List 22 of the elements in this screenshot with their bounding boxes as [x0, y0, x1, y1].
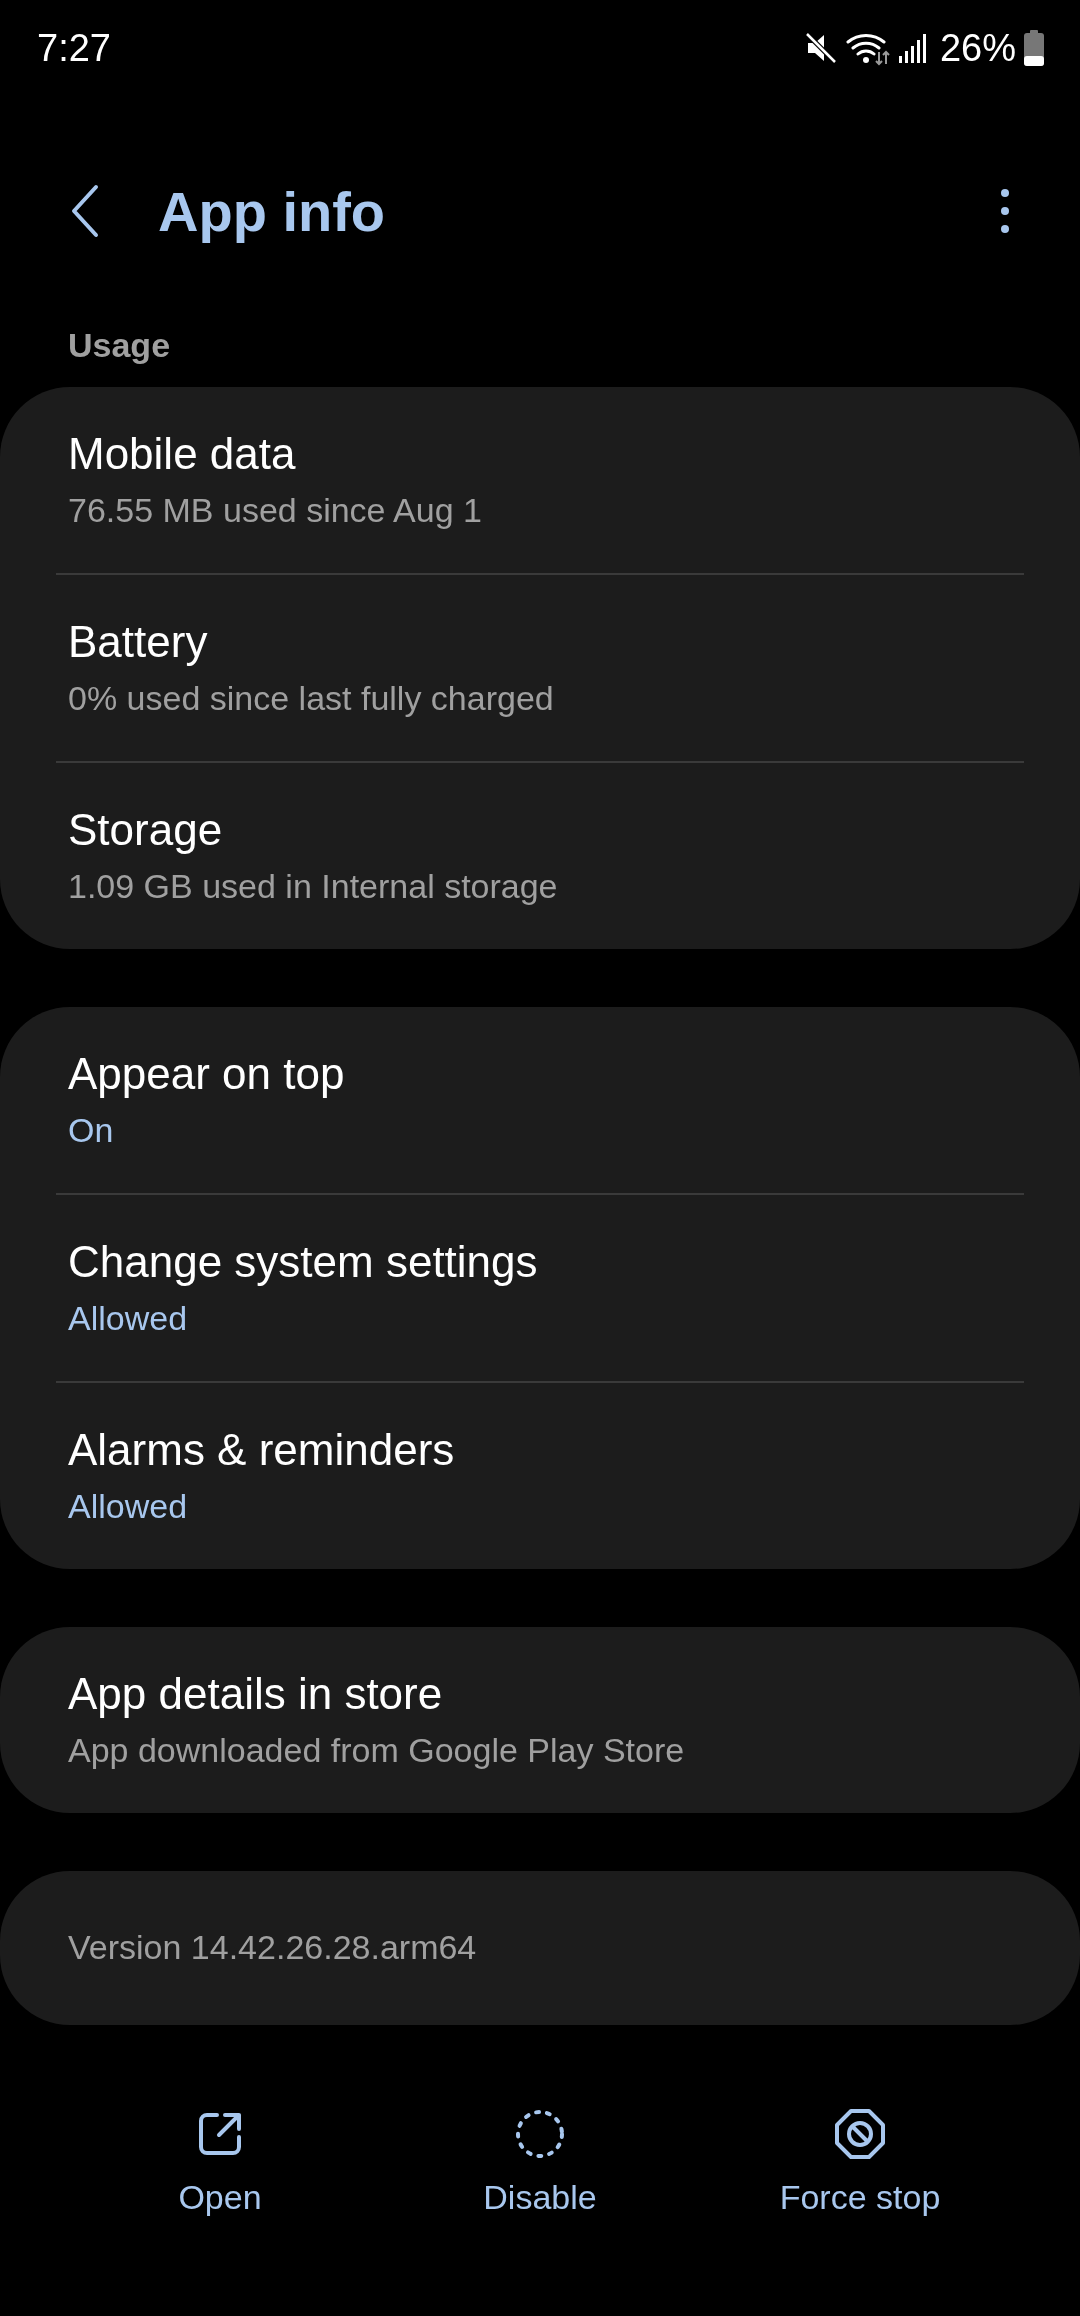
page-title: App info — [158, 178, 387, 244]
action-button[interactable]: Open — [70, 2106, 370, 2217]
mute-icon — [803, 31, 838, 65]
settings-row[interactable]: Change system settings Allowed — [0, 1195, 1080, 1381]
stop-icon — [834, 2108, 886, 2160]
settings-row[interactable]: Mobile data 76.55 MB used since Aug 1 — [0, 387, 1080, 573]
settings-row[interactable]: Alarms & reminders Allowed — [0, 1383, 1080, 1569]
section-label: Usage — [67, 326, 172, 366]
status-time: 7:27 — [37, 26, 111, 70]
signal-icon — [897, 32, 928, 64]
action-button[interactable]: Disable — [390, 2106, 690, 2217]
settings-row[interactable]: Battery 0% used since last fully charged — [0, 575, 1080, 761]
back-icon[interactable] — [70, 184, 100, 238]
battery-icon — [1024, 30, 1044, 66]
battery-percentage: 26% — [939, 26, 1016, 70]
action-button[interactable]: Force stop — [710, 2106, 1010, 2217]
settings-row[interactable]: Appear on top On — [0, 1007, 1080, 1193]
settings-row[interactable]: Storage 1.09 GB used in Internal storage — [0, 763, 1080, 949]
version-text: Version 14.42.26.28.arm64 — [68, 1927, 478, 1968]
settings-row[interactable]: App details in store App downloaded from Google Play Store — [0, 1627, 1080, 1813]
more-options-icon[interactable] — [1000, 188, 1010, 234]
dashed-circle-icon — [514, 2108, 566, 2160]
